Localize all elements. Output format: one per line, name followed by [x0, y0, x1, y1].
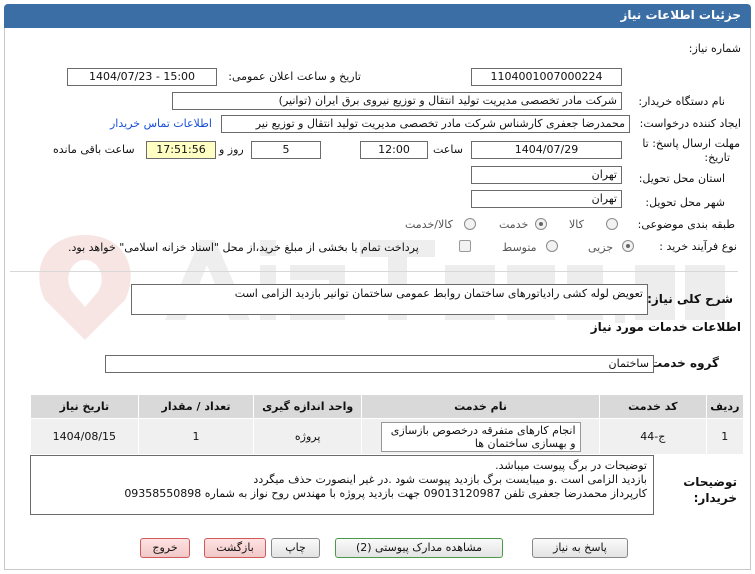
announce-date-field: 1404/07/23 - 15:00: [67, 68, 217, 86]
cell-unit: پروژه: [253, 418, 363, 455]
buyer-label: نام دستگاه خریدار:: [638, 95, 725, 108]
province-label: استان محل تحویل:: [638, 172, 725, 185]
remaining-time-field: 17:51:56: [146, 141, 216, 159]
exit-button[interactable]: خروج: [140, 538, 190, 558]
deadline-date-label: تاریخ:: [704, 151, 730, 164]
buyer-contact-link[interactable]: اطلاعات تماس خریدار: [110, 117, 212, 130]
city-field: تهران: [471, 190, 622, 208]
cell-service-name: انجام کارهای متفرقه درخصوص بازسازی و بهس…: [361, 418, 601, 455]
category-radio-service[interactable]: [535, 218, 547, 230]
category-radio-goods-service[interactable]: [464, 218, 476, 230]
services-table: ردیف کد خدمت نام خدمت واحد اندازه گیری ت…: [30, 394, 745, 455]
category-option-service: خدمت: [499, 218, 529, 231]
col-row: ردیف: [705, 394, 745, 419]
remaining-days-label: روز و: [219, 143, 244, 156]
service-group-label: گروه خدمت:: [645, 356, 719, 370]
table-row: 1 ج-44 انجام کارهای متفرقه درخصوص بازساز…: [30, 418, 745, 455]
announce-date-label: تاریخ و ساعت اعلان عمومی:: [228, 70, 361, 83]
process-option-minor: جزیی: [588, 241, 614, 254]
deadline-label: مهلت ارسال پاسخ: تا: [642, 137, 740, 150]
process-radio-medium[interactable]: [546, 240, 558, 252]
print-button[interactable]: چاپ: [271, 538, 320, 558]
service-group-field: ساختمان: [105, 355, 654, 373]
services-section-title: اطلاعات خدمات مورد نیاز: [590, 320, 741, 334]
process-type-label: نوع فرآیند خرید :: [659, 240, 737, 253]
cell-service-code: ج-44: [599, 418, 707, 455]
col-unit: واحد اندازه گیری: [253, 394, 363, 419]
process-option-medium: متوسط: [502, 241, 537, 254]
buyer-field: شرکت مادر تخصصی مدیریت تولید انتقال و تو…: [172, 92, 622, 110]
buyer-notes-box: توضیحات در برگ پیوست میباشد. بازدید الزا…: [30, 455, 654, 515]
summary-label: شرح کلی نیاز:: [647, 292, 733, 306]
window-title: جزئیات اطلاعات نیاز: [4, 4, 751, 28]
col-need-date: تاریخ نیاز: [30, 394, 139, 419]
back-button[interactable]: بازگشت: [204, 538, 266, 558]
section-divider: [10, 271, 738, 272]
province-field: تهران: [471, 166, 622, 184]
col-service-code: کد خدمت: [599, 394, 707, 419]
buyer-notes-line: توضیحات در برگ پیوست میباشد.: [495, 459, 647, 472]
process-radio-minor[interactable]: [622, 240, 634, 252]
deadline-time-field: 12:00: [360, 141, 428, 159]
summary-field: تعویض لوله کشی رادیاتورهای ساختمان روابط…: [131, 284, 648, 315]
category-label: طبقه بندی موضوعی:: [637, 218, 735, 231]
treasury-payment-note: پرداخت تمام یا بخشی از مبلغ خرید،از محل …: [68, 241, 419, 254]
reply-button[interactable]: پاسخ به نیاز: [532, 538, 628, 558]
deadline-hour-label: ساعت: [433, 143, 463, 156]
need-number-label: شماره نیاز:: [688, 42, 741, 55]
buyer-notes-label-2: خریدار:: [693, 491, 737, 505]
category-radio-goods[interactable]: [606, 218, 618, 230]
city-label: شهر محل تحویل:: [645, 196, 725, 209]
need-number-field: 1104001007000224: [471, 68, 622, 86]
remaining-time-label: ساعت باقی مانده: [53, 143, 135, 156]
category-option-goods-service: کالا/خدمت: [405, 218, 453, 231]
deadline-date-field: 1404/07/29: [471, 141, 622, 159]
buyer-notes-label: توضیحات: [683, 475, 737, 489]
col-service-name: نام خدمت: [361, 394, 601, 419]
buyer-notes-line: بازدید الزامی است .و میبایست برگ بازدید …: [253, 473, 647, 486]
treasury-payment-checkbox[interactable]: [459, 240, 471, 252]
category-option-goods: کالا: [569, 218, 584, 231]
cell-quantity: 1: [137, 418, 255, 455]
creator-label: ایجاد کننده درخواست:: [639, 117, 741, 130]
col-quantity: تعداد / مقدار: [137, 394, 255, 419]
buyer-notes-line: کارپرداز محمدرضا جعفری تلفن 09013120987 …: [124, 487, 647, 500]
remaining-days-field: 5: [251, 141, 321, 159]
cell-need-date: 1404/08/15: [30, 418, 139, 455]
cell-row: 1: [705, 418, 745, 455]
service-name-box: انجام کارهای متفرقه درخصوص بازسازی و بهس…: [380, 421, 581, 452]
creator-field: محمدرضا جعفری کارشناس شرکت مادر تخصصی مد…: [221, 115, 630, 133]
view-attachments-button[interactable]: مشاهده مدارک پیوستی (2): [335, 538, 503, 558]
table-header-row: ردیف کد خدمت نام خدمت واحد اندازه گیری ت…: [30, 394, 745, 419]
